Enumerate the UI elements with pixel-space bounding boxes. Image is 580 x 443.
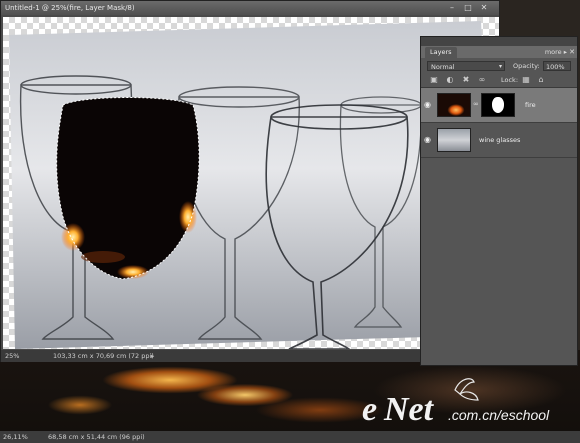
layer-name[interactable]: wine glasses [479,135,520,145]
layer-tools-row: ▣ ◐ ✖ ∞ Lock: ▦ ⌂ [421,73,577,88]
opacity-label: Opacity: [513,62,540,70]
link-layers-icon[interactable]: ∞ [477,75,487,85]
panel-more-menu[interactable]: more ▸ [545,47,567,58]
layer-thumbnail[interactable] [437,93,471,117]
document-title: Untitled-1 @ 25%(fire, Layer Mask/8) [5,4,135,12]
panel-grip[interactable] [421,37,577,46]
opacity-field[interactable]: 100% [543,61,571,71]
chevron-down-icon: ▾ [498,63,502,70]
opacity-value: 100% [546,63,565,71]
lock-label: Lock: [501,76,519,84]
blend-row: Normal ▾ Opacity: 100% [421,59,577,73]
layer-mask-thumbnail[interactable] [481,93,515,117]
layer-row-fire[interactable]: ◉ ∞ fire [421,88,577,123]
enet-watermark-logo: e Net .com.cn/eschool [362,378,550,428]
layer-row-wine-glasses[interactable]: ◉ wine glasses [421,123,577,158]
close-icon[interactable]: ✕ [479,3,489,13]
trash-icon[interactable]: ✖ [461,75,471,85]
background-zoom-level: 26,11% [3,433,28,441]
new-layer-icon[interactable]: ▣ [429,75,439,85]
blend-mode-value: Normal [431,63,455,71]
document-dimensions: 103,33 cm x 70,69 cm (72 ppi) [53,352,154,360]
maximize-icon[interactable]: □ [463,3,473,13]
lock-transparency-icon[interactable]: ▦ [521,75,531,85]
eye-icon[interactable]: ◉ [424,135,433,144]
panel-tab-bar: Layers more ▸ ✕ [421,46,577,58]
panel-close-icon[interactable]: ✕ [569,47,575,58]
chain-link-icon[interactable]: ∞ [473,100,479,108]
svg-text:e: e [362,391,377,428]
tab-layers[interactable]: Layers [425,47,457,58]
layer-thumbnail[interactable] [437,128,471,152]
eye-icon[interactable]: ◉ [424,100,433,109]
lock-all-icon[interactable]: ⌂ [536,75,546,85]
blend-mode-select[interactable]: Normal ▾ [427,61,505,71]
adjustment-layer-icon[interactable]: ◐ [445,75,455,85]
minimize-icon[interactable]: – [447,3,457,13]
zoom-level[interactable]: 25% [5,350,19,362]
background-window-status-bar: 26,11% 68,58 cm x 51,44 cm (96 ppi) [0,431,580,443]
document-title-bar[interactable]: Untitled-1 @ 25%(fire, Layer Mask/8) – □… [1,1,499,15]
status-arrow-icon[interactable]: ▸ [151,350,154,362]
layers-panel: Layers more ▸ ✕ Normal ▾ Opacity: 100% ▣… [420,36,578,366]
svg-text:.com.cn/eschool: .com.cn/eschool [448,407,550,423]
background-document-dimensions: 68,58 cm x 51,44 cm (96 ppi) [48,433,145,441]
layer-name[interactable]: fire [525,100,536,110]
svg-text:Net: Net [383,391,435,428]
